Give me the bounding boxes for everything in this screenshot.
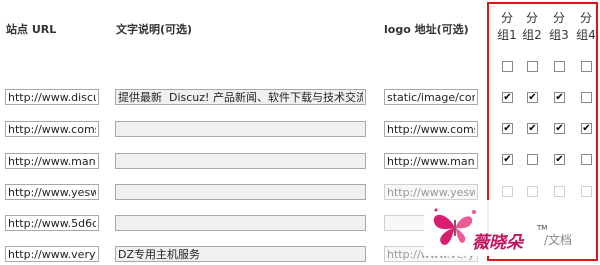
row1-logo-input[interactable] — [384, 89, 478, 105]
row3-url-input[interactable] — [5, 153, 99, 169]
row4-description-input[interactable] — [115, 184, 366, 200]
row4-logo-input[interactable] — [384, 184, 478, 200]
row5-url-input[interactable] — [5, 215, 99, 231]
row2-url-input[interactable] — [5, 121, 99, 137]
row3-logo-input[interactable] — [384, 153, 478, 169]
row6-url-input[interactable] — [5, 246, 99, 262]
header-site-url: 站点 URL — [6, 23, 57, 36]
row6-description-input[interactable] — [115, 246, 366, 262]
watermark-suffix: /文档 — [544, 233, 573, 247]
row4-url-input[interactable] — [5, 184, 99, 200]
row3-description-input[interactable] — [115, 153, 366, 169]
row1-description-input[interactable] — [115, 89, 366, 105]
row1-url-input[interactable] — [5, 89, 99, 105]
row5-description-input[interactable] — [115, 215, 366, 231]
row2-logo-input[interactable] — [384, 121, 478, 137]
header-logo-url: logo 地址(可选) — [384, 23, 469, 36]
row2-description-input[interactable] — [115, 121, 366, 137]
watermark: 薇晓朵 TM /文档 — [424, 200, 596, 256]
header-description: 文字说明(可选) — [116, 23, 193, 36]
watermark-brand: 薇晓朵 — [472, 233, 523, 253]
